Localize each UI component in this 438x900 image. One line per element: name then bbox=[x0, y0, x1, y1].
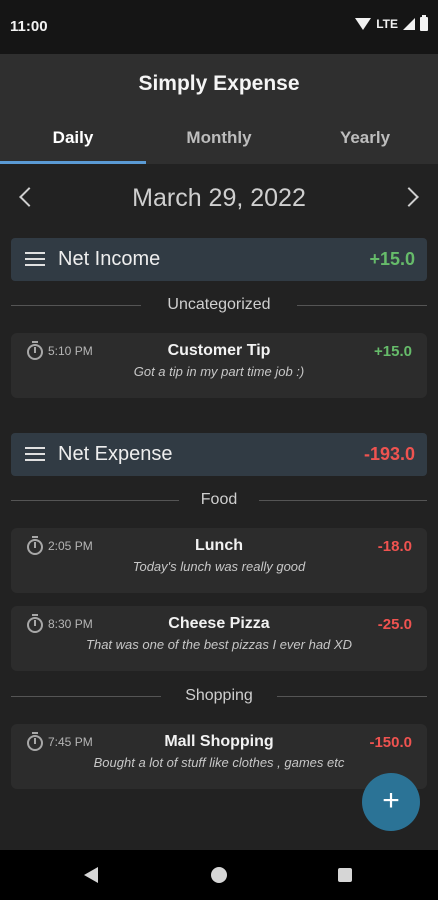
menu-icon bbox=[25, 447, 45, 461]
recent-apps-icon[interactable] bbox=[338, 868, 352, 882]
current-date: March 29, 2022 bbox=[132, 184, 306, 212]
transaction-title: Cheese Pizza bbox=[168, 615, 270, 632]
tab-yearly[interactable]: Yearly bbox=[292, 116, 438, 164]
home-icon[interactable] bbox=[211, 867, 227, 883]
tab-daily[interactable]: Daily bbox=[0, 116, 146, 164]
transaction-title: Customer Tip bbox=[167, 342, 271, 359]
transaction-amount: +15.0 bbox=[374, 343, 412, 360]
network-type: LTE bbox=[376, 17, 398, 31]
signal-icon bbox=[403, 18, 415, 30]
wifi-icon bbox=[355, 18, 372, 30]
status-bar: 11:00 LTE bbox=[0, 0, 438, 54]
transaction-description: Got a tip in my part time job :) bbox=[133, 364, 305, 379]
transaction-title: Mall Shopping bbox=[164, 733, 274, 750]
transaction-description: Today's lunch was really good bbox=[132, 559, 306, 574]
category-divider-uncategorized: Uncategorized bbox=[11, 294, 427, 318]
app-header: Simply Expense Daily Monthly Yearly bbox=[0, 54, 438, 164]
back-icon[interactable] bbox=[84, 867, 98, 883]
transaction-amount: -25.0 bbox=[377, 616, 412, 633]
transaction-title: Lunch bbox=[195, 537, 243, 554]
add-expense-button[interactable]: + bbox=[362, 773, 420, 831]
transaction-amount: -18.0 bbox=[377, 538, 412, 555]
transaction-card[interactable]: 8:30 PM Cheese Pizza That was one of the… bbox=[11, 606, 427, 671]
category-divider-shopping: Shopping bbox=[11, 685, 427, 709]
system-nav-bar bbox=[0, 850, 438, 900]
menu-icon bbox=[25, 252, 45, 266]
net-expense-header[interactable]: Net Expense -193.0 bbox=[11, 433, 427, 476]
category-divider-food: Food bbox=[11, 489, 427, 513]
date-navigator: March 29, 2022 bbox=[0, 176, 438, 222]
transaction-card[interactable]: 7:45 PM Mall Shopping Bought a lot of st… bbox=[11, 724, 427, 789]
app-title: Simply Expense bbox=[138, 72, 300, 95]
status-icons: LTE bbox=[355, 15, 428, 31]
net-income-amount: +15.0 bbox=[369, 249, 415, 269]
transaction-amount: -150.0 bbox=[369, 734, 412, 751]
tab-monthly[interactable]: Monthly bbox=[146, 116, 292, 164]
transaction-description: That was one of the best pizzas I ever h… bbox=[86, 637, 352, 652]
net-income-title: Net Income bbox=[58, 248, 161, 270]
net-income-header[interactable]: Net Income +15.0 bbox=[11, 238, 427, 281]
battery-icon bbox=[420, 15, 428, 31]
net-expense-amount: -193.0 bbox=[363, 444, 415, 464]
transaction-card[interactable]: 2:05 PM Lunch Today's lunch was really g… bbox=[11, 528, 427, 593]
net-expense-title: Net Expense bbox=[58, 443, 173, 465]
transaction-card[interactable]: 5:10 PM Customer Tip Got a tip in my par… bbox=[11, 333, 427, 398]
tab-bar: Daily Monthly Yearly bbox=[0, 116, 438, 164]
status-time: 11:00 bbox=[10, 18, 48, 35]
transaction-description: Bought a lot of stuff like clothes , gam… bbox=[93, 755, 345, 770]
